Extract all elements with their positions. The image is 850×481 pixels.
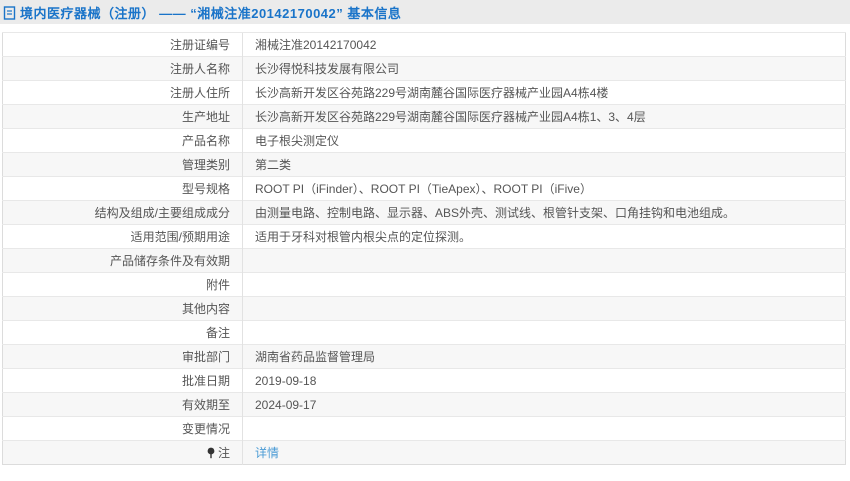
row-label: 生产地址	[2, 104, 243, 129]
row-value: 详情	[242, 440, 846, 465]
row-label: 产品名称	[2, 128, 243, 153]
row-value: 电子根尖测定仪	[242, 128, 846, 153]
row-label: 注	[2, 440, 243, 465]
table-row: 注册人名称 长沙得悦科技发展有限公司	[2, 56, 846, 81]
table-row: 批准日期 2019-09-18	[2, 368, 846, 393]
table-row: 附件	[2, 272, 846, 297]
row-label: 型号规格	[2, 176, 243, 201]
table-row: 注册证编号 湘械注准20142170042	[2, 32, 846, 57]
header-bar: 境内医疗器械（注册） —— “湘械注准20142170042” 基本信息	[0, 0, 850, 24]
row-label: 有效期至	[2, 392, 243, 417]
row-label: 注册人名称	[2, 56, 243, 81]
row-value: 长沙高新开发区谷苑路229号湖南麓谷国际医疗器械产业园A4栋4楼	[242, 80, 846, 105]
row-label: 注册人住所	[2, 80, 243, 105]
table-row: 审批部门 湖南省药品监督管理局	[2, 344, 846, 369]
details-link[interactable]: 详情	[255, 446, 279, 460]
table-row: 注册人住所 长沙高新开发区谷苑路229号湖南麓谷国际医疗器械产业园A4栋4楼	[2, 80, 846, 105]
row-value	[242, 416, 846, 441]
row-value: 长沙高新开发区谷苑路229号湖南麓谷国际医疗器械产业园A4栋1、3、4层	[242, 104, 846, 129]
row-label: 其他内容	[2, 296, 243, 321]
info-table: 注册证编号 湘械注准20142170042 注册人名称 长沙得悦科技发展有限公司…	[2, 32, 846, 465]
row-label: 产品储存条件及有效期	[2, 248, 243, 273]
row-label-text: 注	[217, 445, 230, 460]
row-value: 由测量电路、控制电路、显示器、ABS外壳、测试线、根管针支架、口角挂钩和电池组成…	[242, 200, 846, 225]
pin-icon	[206, 447, 216, 462]
row-label: 备注	[2, 320, 243, 345]
page: 境内医疗器械（注册） —— “湘械注准20142170042” 基本信息 注册证…	[0, 0, 850, 481]
row-label: 审批部门	[2, 344, 243, 369]
row-value: 2019-09-18	[242, 368, 846, 393]
row-value: 湘械注准20142170042	[242, 32, 846, 57]
table-row: 适用范围/预期用途 适用于牙科对根管内根尖点的定位探测。	[2, 224, 846, 249]
row-label: 批准日期	[2, 368, 243, 393]
row-label: 注册证编号	[2, 32, 243, 57]
table-row: 有效期至 2024-09-17	[2, 392, 846, 417]
page-title: 境内医疗器械（注册） —— “湘械注准20142170042” 基本信息	[20, 5, 402, 21]
table-row: 产品储存条件及有效期	[2, 248, 846, 273]
row-label: 适用范围/预期用途	[2, 224, 243, 249]
table-row: 管理类别 第二类	[2, 152, 846, 177]
row-value	[242, 296, 846, 321]
table-row: 产品名称 电子根尖测定仪	[2, 128, 846, 153]
row-value: 湖南省药品监督管理局	[242, 344, 846, 369]
row-value: ROOT PI（iFinder）、ROOT PI（TieApex）、ROOT P…	[242, 176, 846, 201]
row-label: 管理类别	[2, 152, 243, 177]
table-row: 变更情况	[2, 416, 846, 441]
row-value: 2024-09-17	[242, 392, 846, 417]
row-value	[242, 320, 846, 345]
row-label: 结构及组成/主要组成成分	[2, 200, 243, 225]
row-label: 变更情况	[2, 416, 243, 441]
table-row: 结构及组成/主要组成成分 由测量电路、控制电路、显示器、ABS外壳、测试线、根管…	[2, 200, 846, 225]
table-row: 其他内容	[2, 296, 846, 321]
row-value: 长沙得悦科技发展有限公司	[242, 56, 846, 81]
row-value	[242, 272, 846, 297]
table-row: 生产地址 长沙高新开发区谷苑路229号湖南麓谷国际医疗器械产业园A4栋1、3、4…	[2, 104, 846, 129]
row-value	[242, 248, 846, 273]
document-icon	[3, 5, 16, 20]
table-row: 备注	[2, 320, 846, 345]
table-row: 注 详情	[2, 440, 846, 465]
row-value: 适用于牙科对根管内根尖点的定位探测。	[242, 224, 846, 249]
table-row: 型号规格 ROOT PI（iFinder）、ROOT PI（TieApex）、R…	[2, 176, 846, 201]
row-value: 第二类	[242, 152, 846, 177]
row-label: 附件	[2, 272, 243, 297]
